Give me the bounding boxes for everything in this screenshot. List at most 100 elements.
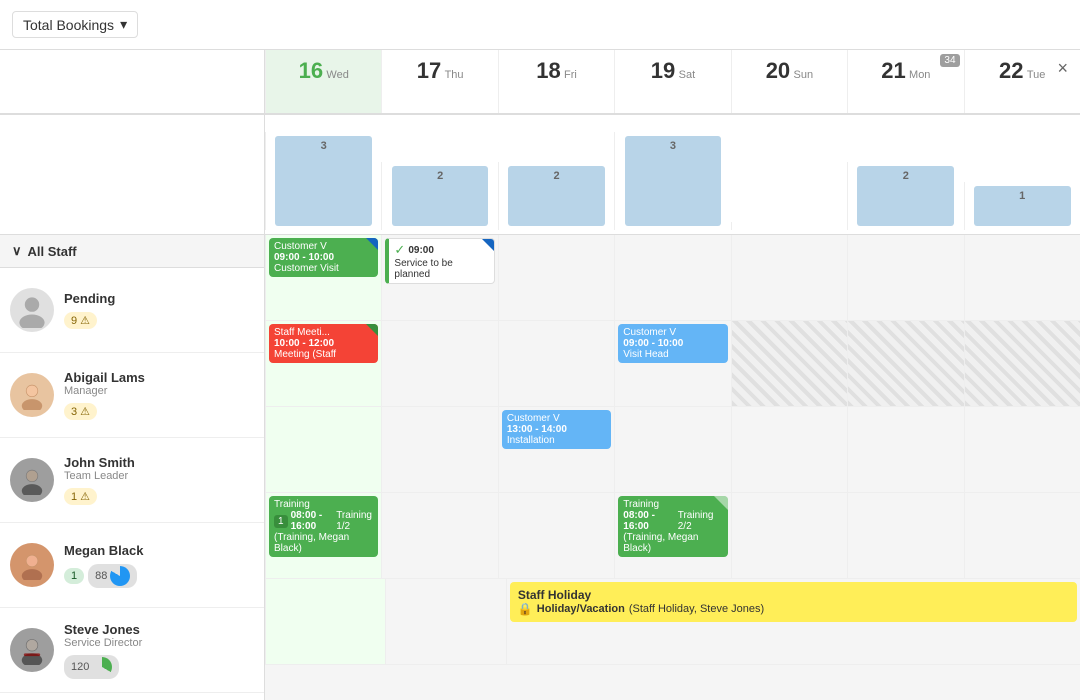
top-bar: Total Bookings ▾ (0, 0, 1080, 50)
date-day-19: Sat (679, 69, 696, 81)
event-title-training: Training (274, 499, 373, 510)
grid-cell-pending-0: Customer V 09:00 - 10:00 Customer Visit (265, 235, 381, 320)
staff-row-megan: Megan Black 1 88 (0, 523, 264, 608)
booking-bar-3: 3 (625, 136, 722, 226)
grid-cell-john-0 (265, 407, 381, 492)
grid-cell-pending-3 (614, 235, 730, 320)
date-cell-21: 34 21 Mon (847, 50, 963, 113)
chevron-down-icon-staff: ∨ (12, 243, 22, 259)
holiday-title: Staff Holiday (518, 588, 1069, 602)
booking-bar-cell-0: 3 (265, 132, 381, 230)
event-title-training2: Training (623, 499, 722, 510)
event-title-install: Customer V (507, 413, 606, 424)
event-time: 09:00 - 10:00 (274, 252, 373, 263)
grid-cell-abigail-3: Customer V 09:00 - 10:00 Visit Head (614, 321, 730, 406)
grid-cell-john-3 (614, 407, 730, 492)
event-training-megan[interactable]: Training 1 08:00 - 16:00 Training 1/2 (T… (269, 496, 378, 557)
date-num-21: 21 (881, 58, 905, 83)
grid-cell-john-6 (964, 407, 1080, 492)
date-num-22: 22 (999, 58, 1023, 83)
event-subtitle: Customer Visit (274, 263, 373, 274)
grid-cell-pending-1: ✓ 09:00 Service to be planned (381, 235, 497, 320)
event-extra-training2: (Training, Megan Black) (623, 532, 722, 554)
grid-cell-john-4 (731, 407, 847, 492)
staff-role-abigail: Manager (64, 385, 254, 397)
grid-cell-pending-4 (731, 235, 847, 320)
staff-row-pending: Pending 9 ⚠ (0, 268, 264, 353)
booking-bar-num-0: 3 (321, 140, 327, 152)
grid-cell-megan-3: Training 08:00 - 16:00 Training 2/2 (Tra… (614, 493, 730, 578)
date-cell-22: 22 Tue (964, 50, 1080, 113)
event-staff-meeting[interactable]: Staff Meeti... 10:00 - 12:00 Meeting (St… (269, 324, 378, 363)
grid-cell-abigail-0: Staff Meeti... 10:00 - 12:00 Meeting (St… (265, 321, 381, 406)
booking-bar-num-5: 2 (903, 170, 909, 182)
lock-icon: 🔒 (518, 602, 533, 616)
event-holiday-steve[interactable]: Staff Holiday 🔒 Holiday/Vacation (Staff … (510, 582, 1077, 622)
badge-steve: 120 (64, 655, 119, 679)
grid-row-pending: Customer V 09:00 - 10:00 Customer Visit … (265, 235, 1080, 321)
grid-row-john: Customer V 13:00 - 14:00 Installation (265, 407, 1080, 493)
staff-row-abigail: Abigail Lams Manager 3 ⚠ (0, 353, 264, 438)
grid-cell-john-1 (381, 407, 497, 492)
date-day-22: Tue (1027, 69, 1046, 81)
event-subtitle-meeting: Meeting (Staff (274, 349, 373, 360)
event-installation[interactable]: Customer V 13:00 - 14:00 Installation (502, 410, 611, 449)
event-training2-megan[interactable]: Training 08:00 - 16:00 Training 2/2 (Tra… (618, 496, 727, 557)
avatar-megan (10, 543, 54, 587)
event-subtitle-install: Installation (507, 435, 606, 446)
right-calendar-panel: × August 16 Wed 17 Thu 18 Fri 19 Sa (265, 50, 1080, 700)
date-day-18: Fri (564, 69, 577, 81)
event-title-cv: Customer V (623, 327, 722, 338)
booking-bar-cell-2: 2 (498, 162, 614, 230)
grid-cell-john-2: Customer V 13:00 - 14:00 Installation (498, 407, 614, 492)
holiday-type: Holiday/Vacation (537, 603, 625, 615)
training-num-badge: 1 (274, 515, 288, 528)
booking-bar-cell-5: 2 (847, 162, 963, 230)
date-day-20: Sun (794, 69, 814, 81)
booking-bar-cell-3: 3 (614, 132, 730, 230)
avatar-pending (10, 288, 54, 332)
staff-role-steve: Service Director (64, 637, 254, 649)
pie-chart-icon-steve (92, 657, 112, 677)
grid-cell-steve-1 (385, 579, 505, 664)
avatar-abigail (10, 373, 54, 417)
grid-cell-megan-2 (498, 493, 614, 578)
date-cell-16: 16 Wed (265, 50, 381, 113)
staff-row-steve: Steve Jones Service Director 120 (0, 608, 264, 693)
date-cell-18: 18 Fri (498, 50, 614, 113)
grid-cell-megan-6 (964, 493, 1080, 578)
grid-cell-pending-2 (498, 235, 614, 320)
date-num-19: 19 (651, 58, 675, 83)
badge-megan-2: 88 (88, 564, 137, 588)
grid-cell-abigail-5 (847, 321, 963, 406)
date-cell-19: 19 Sat (614, 50, 730, 113)
calendar-body: Customer V 09:00 - 10:00 Customer Visit … (265, 235, 1080, 700)
booking-bar-num-3: 3 (670, 140, 676, 152)
date-day-21: Mon (909, 69, 930, 81)
grid-row-megan: Training 1 08:00 - 16:00 Training 1/2 (T… (265, 493, 1080, 579)
total-bookings-dropdown[interactable]: Total Bookings ▾ (12, 11, 138, 38)
date-num-16: 16 (299, 58, 323, 83)
staff-name-john: John Smith (64, 455, 254, 470)
grid-cell-steve-0 (265, 579, 385, 664)
all-staff-label: All Staff (28, 244, 77, 259)
holiday-extra: (Staff Holiday, Steve Jones) (629, 603, 764, 615)
staff-name-steve: Steve Jones (64, 622, 254, 637)
badge-pending: 9 ⚠ (64, 312, 97, 329)
event-pending-customer-visit[interactable]: Customer V 09:00 - 10:00 Customer Visit (269, 238, 378, 277)
event-time-cv: 09:00 - 10:00 (623, 338, 722, 349)
grid-cell-abigail-2 (498, 321, 614, 406)
grid-cell-abigail-4 (731, 321, 847, 406)
staff-role-john: Team Leader (64, 470, 254, 482)
date-cell-20: 20 Sun (731, 50, 847, 113)
booking-bar-5: 2 (857, 166, 954, 226)
event-service-plan[interactable]: ✓ 09:00 Service to be planned (385, 238, 494, 284)
badge-abigail: 3 ⚠ (64, 403, 97, 420)
event-time-install: 13:00 - 14:00 (507, 424, 606, 435)
week-badge-34: 34 (940, 54, 959, 67)
date-num-17: 17 (417, 58, 441, 83)
service-plan-title: Service to be planned (394, 258, 488, 280)
grid-cell-megan-4 (731, 493, 847, 578)
event-customer-visit-abigail[interactable]: Customer V 09:00 - 10:00 Visit Head (618, 324, 727, 363)
grid-cell-megan-0: Training 1 08:00 - 16:00 Training 1/2 (T… (265, 493, 381, 578)
